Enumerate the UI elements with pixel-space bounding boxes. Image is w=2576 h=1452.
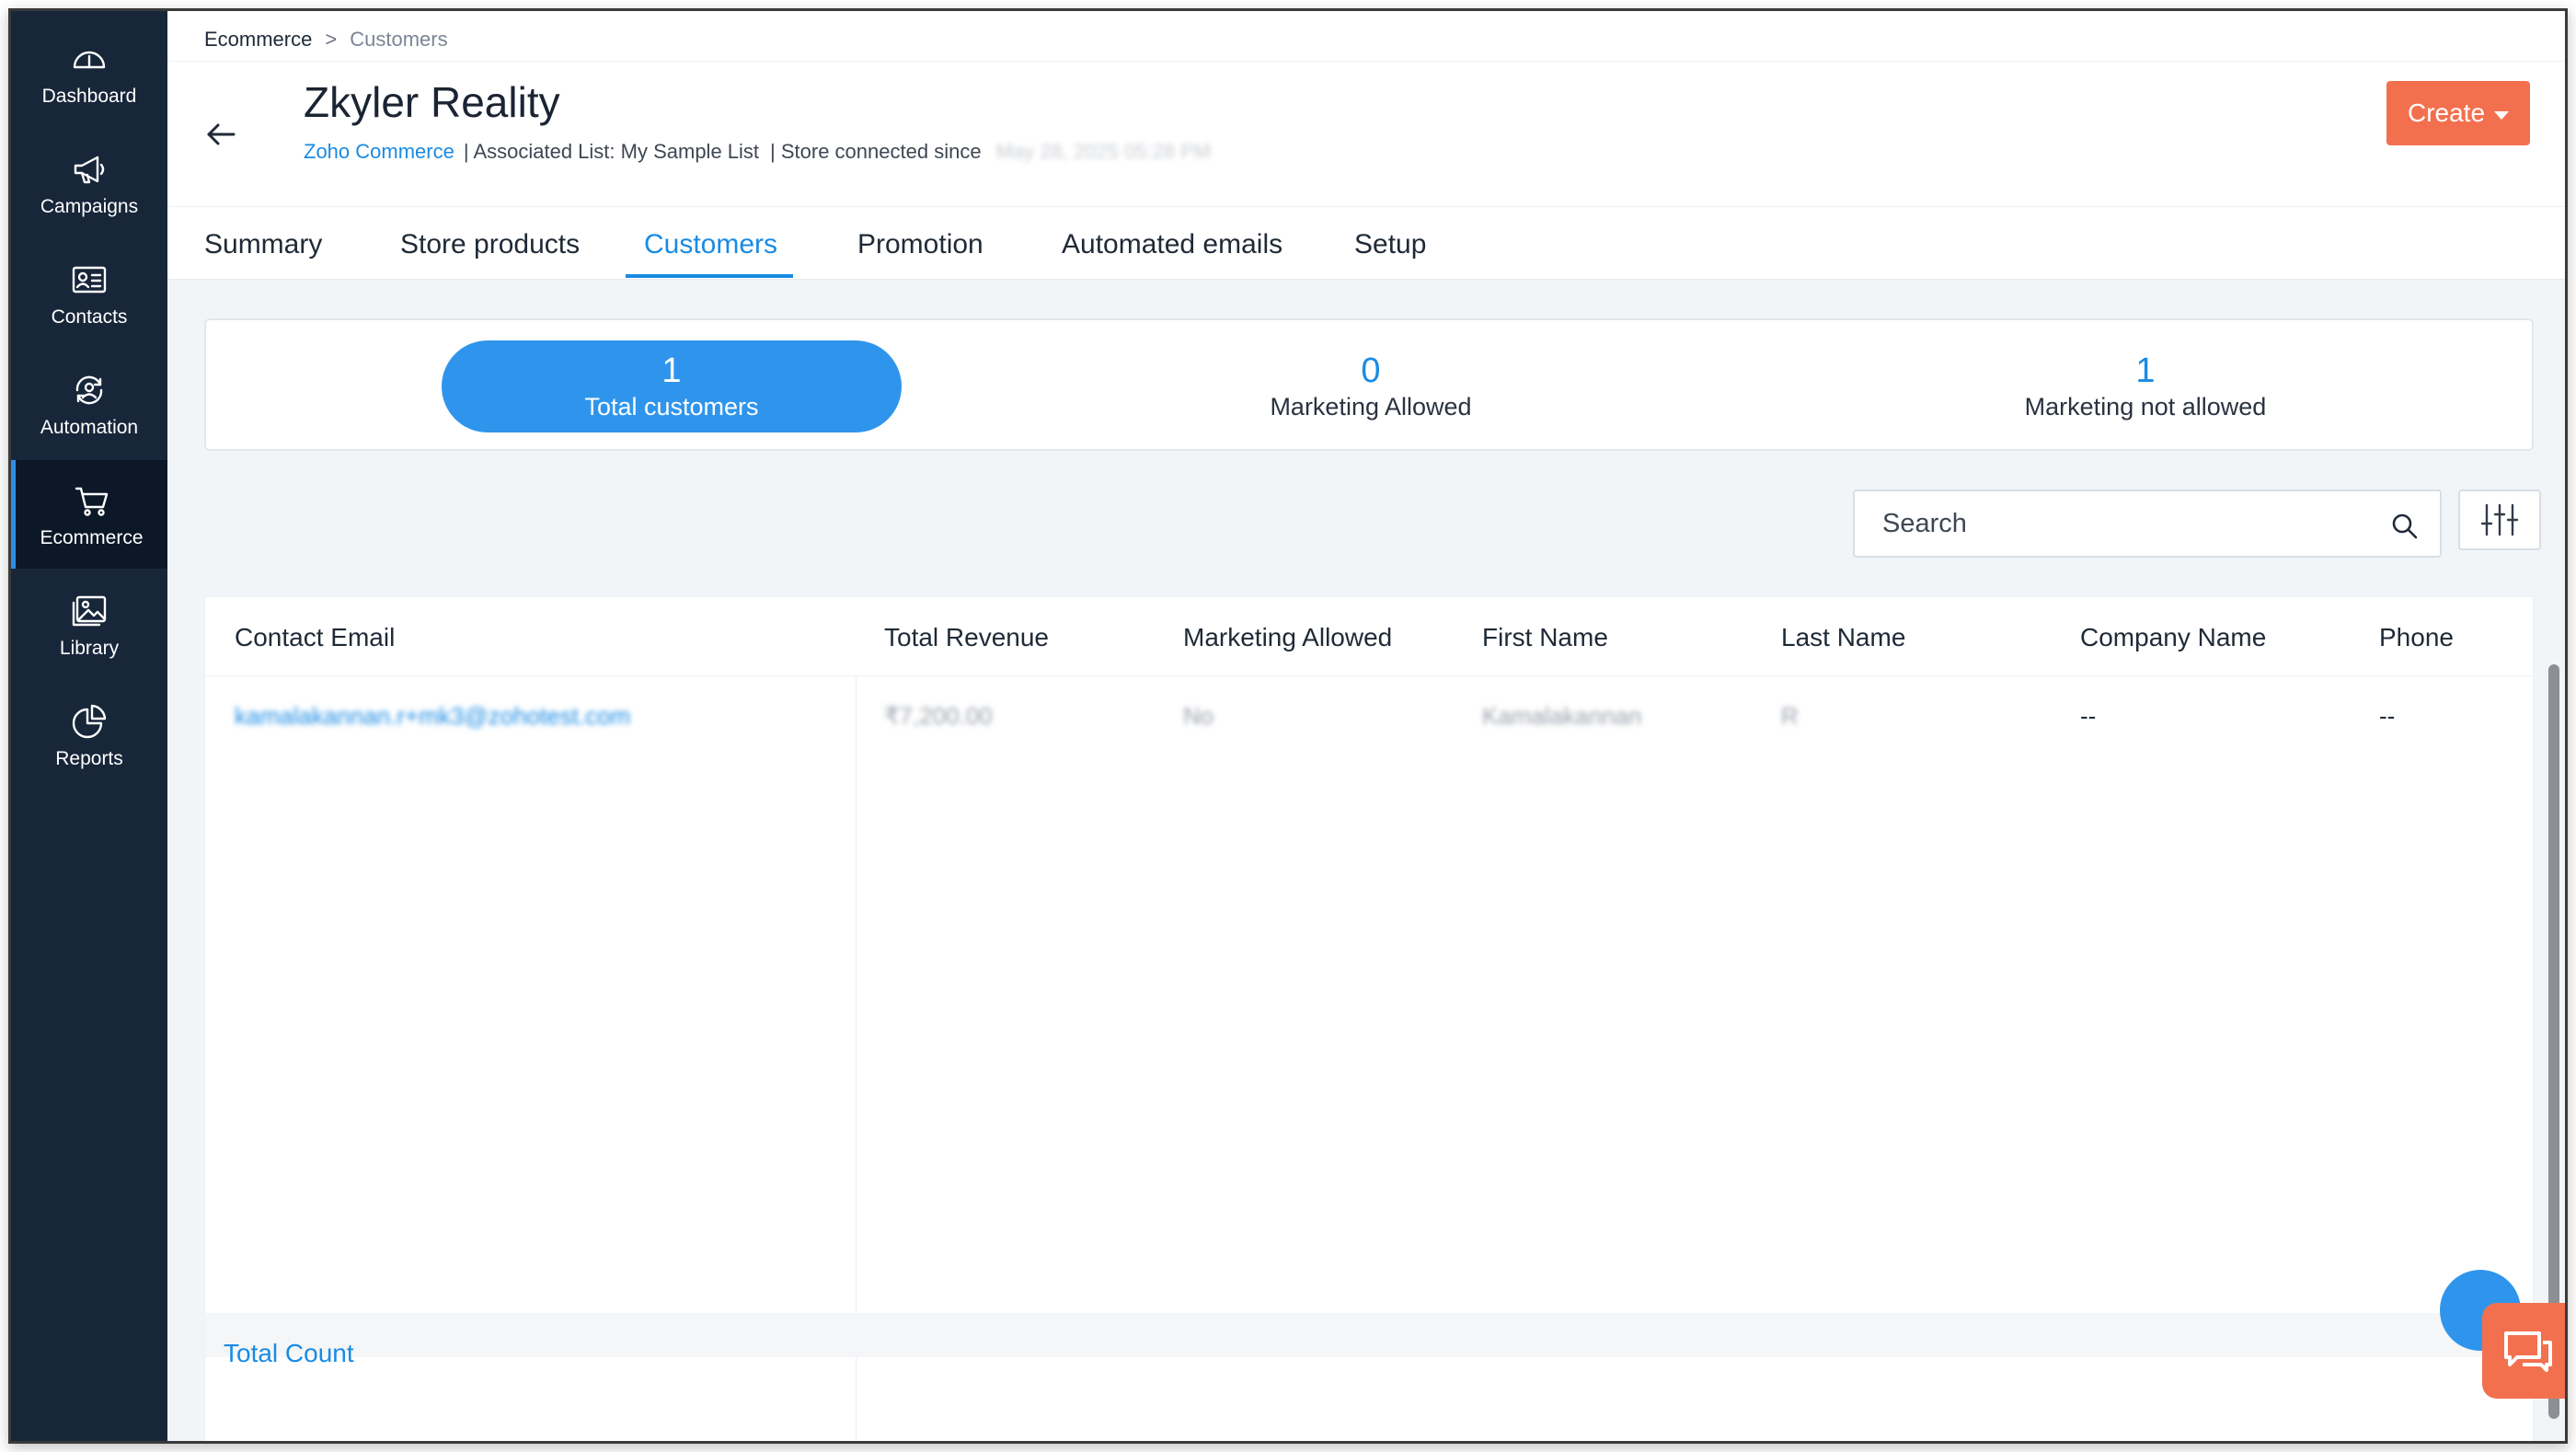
associated-list-label: | Associated List: My Sample List xyxy=(463,140,760,163)
app-window: Dashboard Campaigns Contacts Automation … xyxy=(8,8,2568,1444)
stat-value: 1 xyxy=(661,351,682,390)
search-icon[interactable] xyxy=(2390,512,2420,541)
sidebar-item-label: Automation xyxy=(40,417,139,438)
cell-contact-email[interactable]: kamalakannan.r+mk3@zohotest.com xyxy=(235,702,630,731)
customers-table: Contact Email Total Revenue Marketing Al… xyxy=(204,596,2534,1441)
search-field xyxy=(1853,490,2442,558)
sidebar-item-automation[interactable]: Automation xyxy=(11,350,167,458)
megaphone-icon xyxy=(68,148,110,190)
header-divider xyxy=(167,61,2565,62)
tab-promotion[interactable]: Promotion xyxy=(857,229,983,260)
automation-icon xyxy=(68,369,110,411)
sidebar-item-library[interactable]: Library xyxy=(11,570,167,679)
back-arrow-icon[interactable] xyxy=(204,118,241,155)
page-title: Zkyler Reality xyxy=(304,78,560,126)
sidebar-item-label: Library xyxy=(59,638,120,659)
customers-panel: 1 Total customers 0 Marketing Allowed 1 … xyxy=(167,280,2565,1441)
dashboard-icon xyxy=(68,38,110,80)
stat-label: Marketing not allowed xyxy=(2024,393,2267,421)
table-footer xyxy=(205,1313,2533,1357)
sidebar-item-ecommerce[interactable]: Ecommerce xyxy=(11,460,167,569)
stat-label: Marketing Allowed xyxy=(1270,393,1472,421)
sidebar-item-label: Dashboard xyxy=(41,86,137,107)
column-header-contact-email[interactable]: Contact Email xyxy=(235,623,395,652)
stat-marketing-not-allowed[interactable]: 1 Marketing not allowed xyxy=(1915,340,2375,432)
breadcrumb: Ecommerce > Customers xyxy=(204,28,448,52)
chat-icon xyxy=(2504,1331,2552,1372)
connected-since-value: May 28, 2025 05:28 PM xyxy=(995,140,1212,163)
breadcrumb-ecommerce[interactable]: Ecommerce xyxy=(204,28,312,52)
tab-automated-emails[interactable]: Automated emails xyxy=(1062,229,1282,260)
store-meta: Zoho Commerce | Associated List: My Samp… xyxy=(304,140,1211,164)
caret-down-icon xyxy=(2494,110,2510,120)
cart-icon xyxy=(71,479,113,522)
column-settings-button[interactable] xyxy=(2458,490,2541,550)
sidebar-item-label: Ecommerce xyxy=(40,527,144,548)
column-header-last-name[interactable]: Last Name xyxy=(1781,623,1905,652)
create-button[interactable]: Create xyxy=(2386,81,2530,145)
tab-store-products[interactable]: Store products xyxy=(400,229,580,260)
contact-card-icon xyxy=(68,259,110,301)
main-content: Ecommerce > Customers Zkyler Reality Zoh… xyxy=(167,11,2565,1441)
breadcrumb-customers: Customers xyxy=(350,28,448,51)
stat-total-customers[interactable]: 1 Total customers xyxy=(442,340,902,432)
chevron-right-icon: > xyxy=(325,28,338,51)
table-header-row: Contact Email Total Revenue Marketing Al… xyxy=(205,597,2533,676)
stat-label: Total customers xyxy=(584,393,759,421)
cell-first-name: Kamalakannan xyxy=(1482,702,1642,730)
sidebar: Dashboard Campaigns Contacts Automation … xyxy=(11,11,167,1441)
cell-phone: -- xyxy=(2379,702,2396,730)
connected-since-label: | Store connected since xyxy=(770,140,982,163)
store-platform-link[interactable]: Zoho Commerce xyxy=(304,140,454,164)
column-header-total-revenue[interactable]: Total Revenue xyxy=(884,623,1049,652)
tab-summary[interactable]: Summary xyxy=(204,229,322,260)
sidebar-item-contacts[interactable]: Contacts xyxy=(11,239,167,348)
column-header-company-name[interactable]: Company Name xyxy=(2080,623,2266,652)
sidebar-item-campaigns[interactable]: Campaigns xyxy=(11,129,167,237)
tab-customers[interactable]: Customers xyxy=(644,229,777,260)
sidebar-item-label: Reports xyxy=(55,748,123,769)
customer-stats-card: 1 Total customers 0 Marketing Allowed 1 … xyxy=(204,318,2534,451)
stat-value: 1 xyxy=(2135,351,2156,390)
column-header-marketing-allowed[interactable]: Marketing Allowed xyxy=(1183,623,1392,652)
cell-company-name: -- xyxy=(2080,702,2097,730)
search-input[interactable] xyxy=(1882,508,2379,539)
sidebar-item-label: Contacts xyxy=(51,306,128,328)
stat-marketing-allowed[interactable]: 0 Marketing Allowed xyxy=(1141,340,1601,432)
sliders-icon xyxy=(2480,503,2519,536)
sidebar-item-label: Campaigns xyxy=(40,196,139,217)
active-tab-indicator xyxy=(626,274,793,278)
pie-chart-icon xyxy=(68,700,110,743)
stat-value: 0 xyxy=(1361,351,1381,390)
cell-total-revenue: ₹7,200.00 xyxy=(884,702,993,730)
chat-button[interactable] xyxy=(2482,1303,2565,1399)
cell-marketing-allowed: No xyxy=(1183,702,1214,730)
sidebar-item-reports[interactable]: Reports xyxy=(11,681,167,789)
column-header-first-name[interactable]: First Name xyxy=(1482,623,1608,652)
sidebar-item-dashboard[interactable]: Dashboard xyxy=(11,18,167,127)
tab-setup[interactable]: Setup xyxy=(1354,229,1426,260)
create-button-label: Create xyxy=(2407,98,2486,127)
cell-last-name: R xyxy=(1781,702,1799,730)
tab-bar: Summary Store products Customers Promoti… xyxy=(167,206,2565,280)
column-header-phone[interactable]: Phone xyxy=(2379,623,2454,652)
total-count-link[interactable]: Total Count xyxy=(224,1339,354,1368)
image-library-icon xyxy=(68,590,110,632)
